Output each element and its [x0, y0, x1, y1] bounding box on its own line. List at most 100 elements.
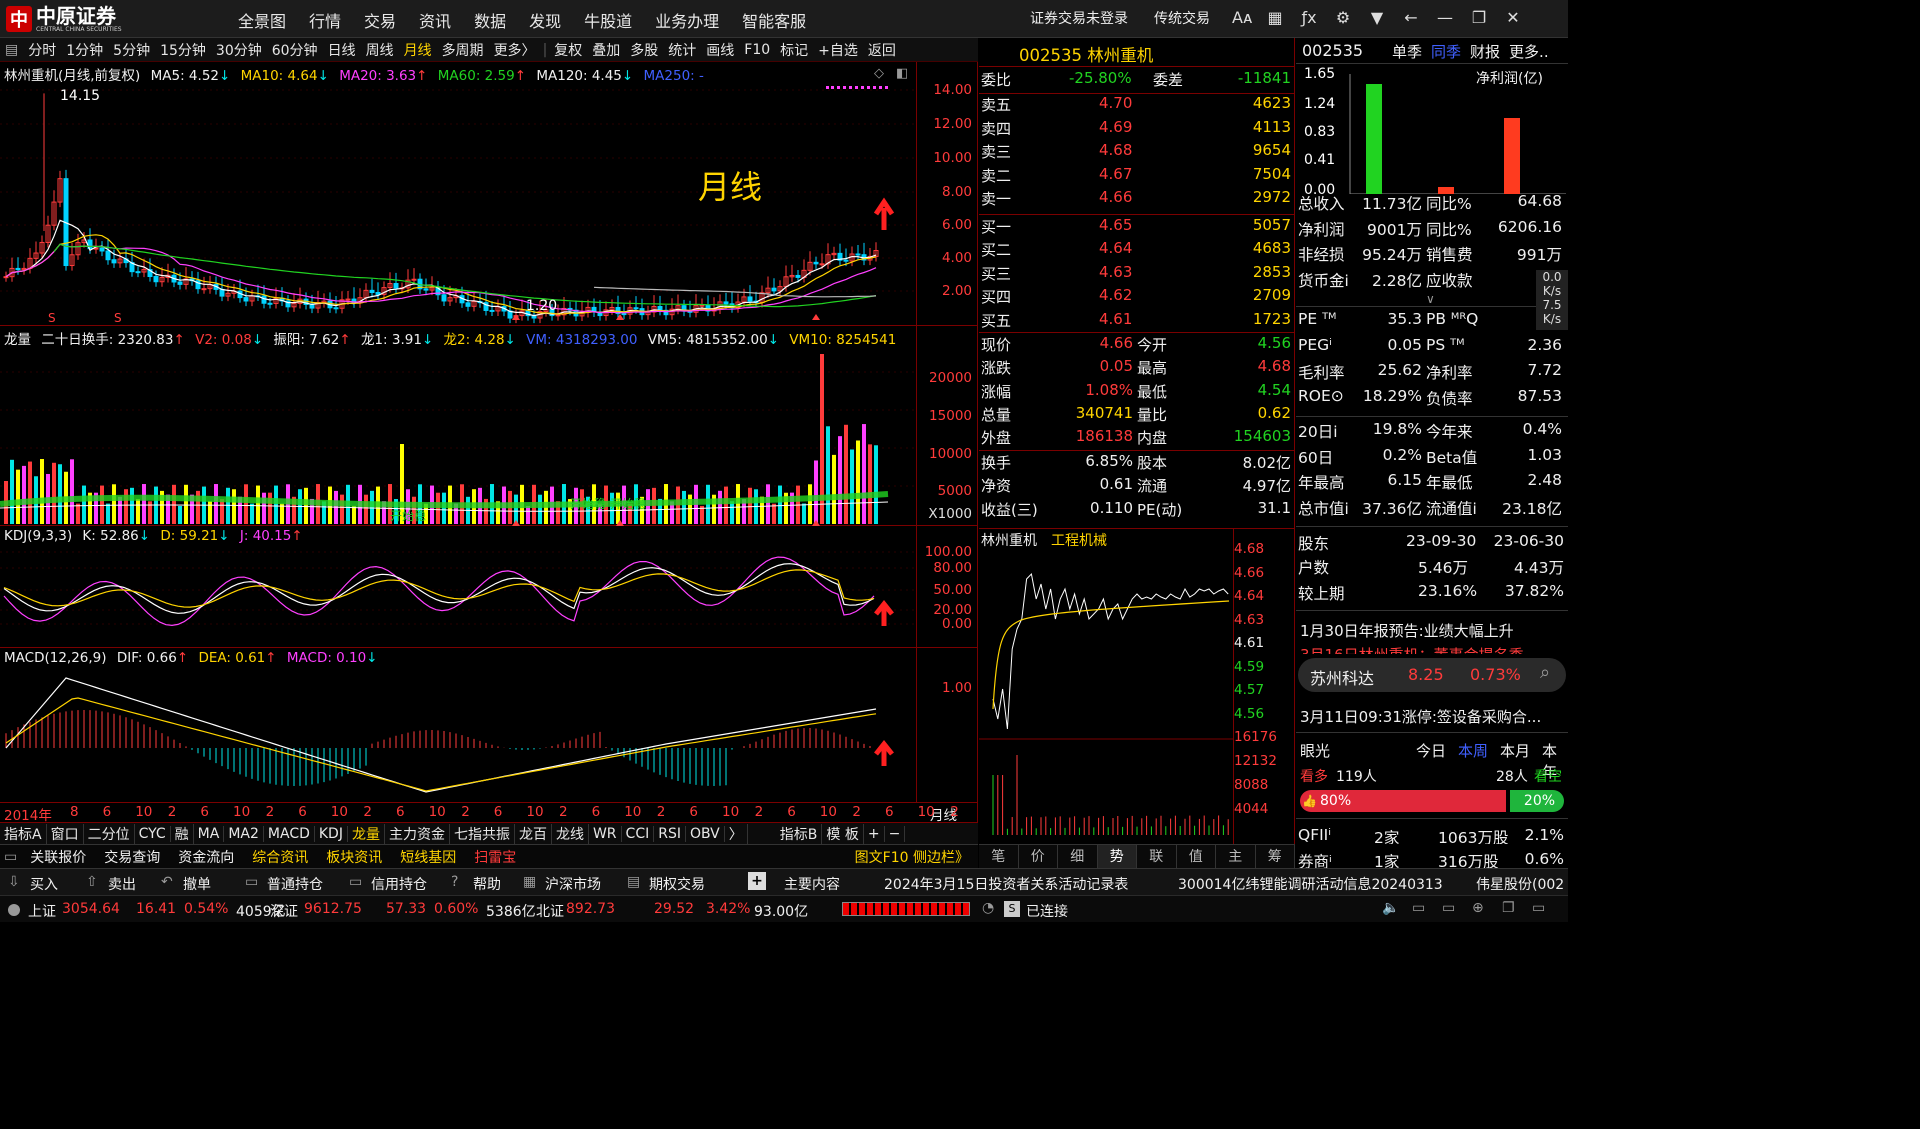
add-news-icon[interactable]: + [748, 872, 766, 890]
formula-icon[interactable]: ƒx [1300, 9, 1318, 27]
expand-chevron-icon[interactable]: ∨ [1426, 292, 1435, 306]
tool-2[interactable]: 多股 [625, 40, 663, 60]
action-1[interactable]: 卖出 [108, 874, 136, 894]
indicator-tab-21[interactable]: + [864, 825, 885, 842]
action-3[interactable]: 普通持仓 [267, 874, 323, 894]
link-tab-3[interactable]: 综合资讯 [243, 847, 317, 867]
index-field[interactable]: 深证 [270, 901, 298, 921]
order-row[interactable]: 卖三 4.68 9654 [979, 141, 1295, 164]
fin-tab-3[interactable]: 更多.. [1509, 41, 1549, 62]
indicator-tab-14[interactable]: WR [589, 825, 622, 842]
order-row[interactable]: 买一 4.65 5057 [979, 216, 1295, 239]
indicator-tab-2[interactable]: 二分位 [84, 823, 135, 844]
indicator-tab-13[interactable]: 龙线 [552, 823, 589, 844]
close-icon[interactable]: ✕ [1504, 9, 1522, 27]
ticker-news-0[interactable]: 2024年3月15日投资者关系活动记录表 [884, 874, 1128, 894]
tool-5[interactable]: F10 [739, 42, 775, 58]
tool-8[interactable]: 返回 [863, 40, 901, 60]
nav-item-0[interactable]: 全景图 [230, 6, 294, 34]
action-icon-4[interactable]: ▭ [349, 874, 362, 890]
order-row[interactable]: 买五 4.61 1723 [979, 310, 1295, 333]
intraday-tab-0[interactable]: 笔 [979, 845, 1019, 868]
tray-icon-3[interactable]: ⊕ [1472, 900, 1484, 916]
minimize-icon[interactable]: — [1436, 9, 1454, 27]
indicator-tab-15[interactable]: CCI [622, 825, 655, 842]
action-0[interactable]: 买入 [30, 874, 58, 894]
eye-tab-0[interactable]: 今日 [1416, 740, 1446, 761]
action-icon-6[interactable]: ▦ [523, 874, 536, 890]
search-icon[interactable]: ⌕ [1540, 662, 1550, 683]
period-5[interactable]: 60分钟 [267, 40, 323, 60]
indicator-tab-18[interactable]: 〉 [725, 823, 748, 844]
indicator-tab-4[interactable]: 融 [171, 823, 194, 844]
news-item-3[interactable]: 3月11日09:31涨停:签设备采购合... [1300, 706, 1541, 727]
fin-tab-1[interactable]: 同季 [1431, 41, 1461, 62]
tray-icon-4[interactable]: ❐ [1502, 900, 1515, 916]
intraday-tab-2[interactable]: 细 [1058, 845, 1098, 868]
period-9[interactable]: 多周期 [437, 40, 489, 60]
grid-icon[interactable]: ▦ [1266, 9, 1284, 27]
tray-icon-1[interactable]: ▭ [1412, 900, 1425, 916]
ticker-news-1[interactable]: 300014亿纬锂能调研活动信息20240313 [1178, 874, 1443, 894]
nav-item-6[interactable]: 牛股道 [576, 6, 640, 34]
tool-4[interactable]: 画线 [701, 40, 739, 60]
indicator-tab-20[interactable]: 模 板 [822, 823, 864, 844]
tray-icon-5[interactable]: ▭ [1532, 900, 1545, 916]
order-row[interactable]: 买三 4.63 2853 [979, 263, 1295, 286]
action-5[interactable]: 帮助 [473, 874, 501, 894]
nav-item-4[interactable]: 数据 [466, 6, 514, 34]
indicator-tab-1[interactable]: 窗口 [47, 823, 84, 844]
indicator-tab-5[interactable]: MA [194, 825, 225, 842]
tool-3[interactable]: 统计 [663, 40, 701, 60]
link-tabs-menu-icon[interactable]: ▭ [0, 849, 21, 865]
link-tab-4[interactable]: 板块资讯 [317, 847, 391, 867]
order-row[interactable]: 买二 4.64 4683 [979, 239, 1295, 262]
action-icon-5[interactable]: ? [451, 874, 458, 890]
trade-mode[interactable]: 传统交易 [1154, 8, 1210, 28]
tray-icon-2[interactable]: ▭ [1442, 900, 1455, 916]
order-row[interactable]: 买四 4.62 2709 [979, 286, 1295, 309]
action-4[interactable]: 信用持仓 [371, 874, 427, 894]
action-6[interactable]: 沪深市场 [545, 874, 601, 894]
period-7[interactable]: 周线 [361, 40, 399, 60]
login-status[interactable]: 证券交易未登录 [1030, 8, 1128, 28]
period-8[interactable]: 月线 [399, 40, 437, 60]
fin-tab-2[interactable]: 财报 [1470, 41, 1500, 62]
order-row[interactable]: 卖四 4.69 4113 [979, 118, 1295, 141]
indicator-tab-8[interactable]: KDJ [315, 825, 348, 842]
indicator-tab-12[interactable]: 龙百 [515, 823, 552, 844]
action-icon-0[interactable]: ⇩ [8, 874, 20, 890]
tool-7[interactable]: +自选 [813, 40, 863, 60]
index-field[interactable]: 北证 [536, 901, 564, 921]
intraday-tab-6[interactable]: 主 [1216, 845, 1256, 868]
period-1[interactable]: 1分钟 [61, 40, 108, 60]
tool-6[interactable]: 标记 [775, 40, 813, 60]
period-0[interactable]: 分时 [23, 40, 61, 60]
indicator-tab-11[interactable]: 七指共振 [450, 823, 515, 844]
order-row[interactable]: 卖五 4.70 4623 [979, 94, 1295, 117]
indicator-tab-10[interactable]: 主力资金 [385, 823, 450, 844]
action-icon-1[interactable]: ⇧ [86, 874, 98, 890]
nav-item-7[interactable]: 业务办理 [647, 6, 727, 34]
shirt-icon[interactable]: ▼ [1368, 9, 1386, 27]
indicator-tab-16[interactable]: RSI [654, 825, 686, 842]
nav-item-1[interactable]: 行情 [301, 6, 349, 34]
action-7[interactable]: 期权交易 [649, 874, 705, 894]
eye-tab-1[interactable]: 本周 [1458, 740, 1488, 761]
tool-0[interactable]: 复权 [549, 40, 587, 60]
gear-icon[interactable]: ⚙ [1334, 9, 1352, 27]
indicator-tab-0[interactable]: 指标A [0, 823, 47, 844]
kdj-panel[interactable]: KDJ(9,3,3) K: 52.86↓ D: 59.21↓ J: 40.15↑… [0, 526, 978, 648]
intraday-tab-3[interactable]: 势 [1097, 845, 1137, 868]
period-2[interactable]: 5分钟 [108, 40, 155, 60]
restore-icon[interactable]: ❐ [1470, 9, 1488, 27]
indicator-tab-3[interactable]: CYC [135, 825, 171, 842]
indicator-tab-17[interactable]: OBV [686, 825, 725, 842]
indicator-tab-22[interactable]: − [885, 825, 906, 842]
volume-panel[interactable]: 龙量 二十日换手: 2320.83↑ V2: 0.08↓ 振阳: 7.62↑ 龙… [0, 326, 978, 526]
index-field[interactable]: 上证 [28, 901, 56, 921]
link-tab-6[interactable]: 扫雷宝 [465, 847, 525, 867]
intraday-tab-5[interactable]: 值 [1177, 845, 1216, 868]
link-tab-1[interactable]: 交易查询 [95, 847, 169, 867]
action-icon-7[interactable]: ▤ [627, 874, 640, 890]
